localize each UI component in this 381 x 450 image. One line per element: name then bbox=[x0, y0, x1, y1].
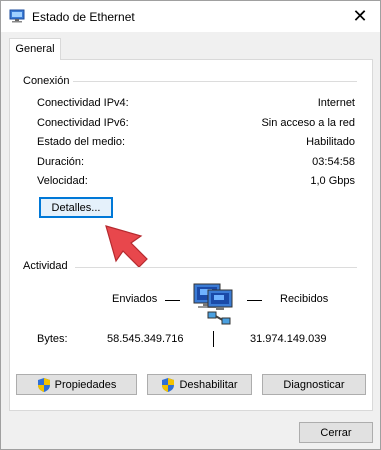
bytes-label: Bytes: bbox=[37, 333, 68, 345]
tab-general[interactable]: General bbox=[9, 38, 61, 60]
activity-divider bbox=[75, 267, 357, 268]
title-bar: Estado de Ethernet ✕ bbox=[1, 1, 380, 32]
received-dash bbox=[247, 300, 262, 301]
ipv6-label: Conectividad IPv6: bbox=[37, 117, 129, 129]
bytes-received-value: 31.974.149.039 bbox=[250, 333, 327, 345]
pointer-arrow-icon bbox=[105, 225, 148, 268]
received-label: Recibidos bbox=[280, 293, 329, 305]
network-adapter-icon bbox=[9, 9, 25, 23]
disable-button[interactable]: Deshabilitar bbox=[147, 374, 252, 395]
activity-heading: Actividad bbox=[23, 260, 72, 272]
media-state-label: Estado del medio: bbox=[37, 136, 126, 148]
duration-label: Duración: bbox=[37, 156, 85, 168]
disable-button-label: Deshabilitar bbox=[179, 378, 238, 391]
speed-label: Velocidad: bbox=[37, 175, 88, 187]
dialog-window: Estado de Ethernet ✕ General Conexión Co… bbox=[0, 0, 381, 450]
sent-dash bbox=[165, 300, 180, 301]
connection-heading: Conexión bbox=[23, 75, 74, 87]
network-activity-icon bbox=[193, 283, 233, 325]
media-state-value: Habilitado bbox=[306, 136, 355, 148]
properties-button-label: Propiedades bbox=[54, 378, 117, 391]
ipv4-label: Conectividad IPv4: bbox=[37, 97, 129, 109]
close-button[interactable]: Cerrar bbox=[299, 422, 373, 443]
properties-button[interactable]: Propiedades bbox=[16, 374, 137, 395]
diagnose-button-label: Diagnosticar bbox=[283, 378, 345, 391]
tab-general-label: General bbox=[15, 43, 55, 55]
uac-shield-icon bbox=[162, 377, 175, 392]
ipv6-value: Sin acceso a la red bbox=[261, 117, 355, 129]
close-button-label: Cerrar bbox=[320, 426, 352, 439]
tab-panel-general bbox=[9, 59, 373, 411]
connection-divider bbox=[71, 81, 357, 82]
bytes-divider bbox=[213, 331, 214, 347]
uac-shield-icon bbox=[37, 377, 50, 392]
ipv4-value: Internet bbox=[317, 97, 355, 109]
details-button-label: Detalles... bbox=[51, 201, 101, 214]
sent-label: Enviados bbox=[112, 293, 158, 305]
diagnose-button[interactable]: Diagnosticar bbox=[262, 374, 366, 395]
details-button[interactable]: Detalles... bbox=[39, 197, 113, 218]
duration-value: 03:54:58 bbox=[312, 156, 355, 168]
bytes-sent-value: 58.545.349.716 bbox=[107, 333, 184, 345]
window-title: Estado de Ethernet bbox=[32, 10, 135, 24]
close-window-button[interactable]: ✕ bbox=[348, 4, 372, 28]
speed-value: 1,0 Gbps bbox=[310, 175, 355, 187]
